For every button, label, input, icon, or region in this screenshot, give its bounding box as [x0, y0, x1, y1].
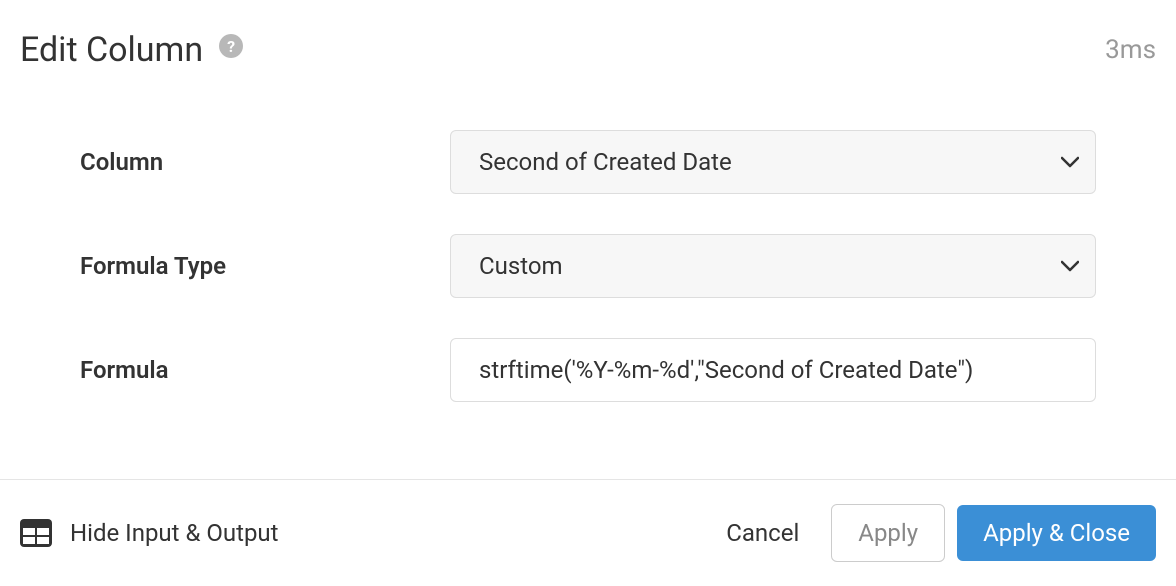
cancel-button[interactable]: Cancel	[706, 505, 819, 561]
help-icon[interactable]: ?	[219, 34, 243, 58]
apply-close-button[interactable]: Apply & Close	[957, 505, 1156, 561]
formula-type-select[interactable]: Custom	[450, 234, 1096, 298]
column-select-value: Second of Created Date	[479, 148, 732, 176]
dialog-header: Edit Column ? 3ms	[0, 0, 1176, 70]
dialog-footer: Hide Input & Output Cancel Apply Apply &…	[0, 479, 1176, 586]
formula-row: Formula	[80, 338, 1096, 402]
formula-type-row: Formula Type Custom	[80, 234, 1096, 298]
column-select[interactable]: Second of Created Date	[450, 130, 1096, 194]
formula-control-wrap	[450, 338, 1096, 402]
timing-value: 3ms	[1105, 35, 1156, 65]
chevron-down-icon	[1061, 156, 1079, 168]
footer-actions: Cancel Apply Apply & Close	[706, 504, 1156, 562]
column-control-wrap: Second of Created Date	[450, 130, 1096, 194]
formula-input[interactable]	[450, 338, 1096, 402]
apply-button[interactable]: Apply	[831, 504, 945, 562]
formula-type-control-wrap: Custom	[450, 234, 1096, 298]
table-icon	[20, 519, 52, 547]
formula-type-select-value: Custom	[479, 252, 563, 280]
column-row: Column Second of Created Date	[80, 130, 1096, 194]
formula-label: Formula	[80, 356, 450, 384]
column-label: Column	[80, 148, 450, 176]
toggle-io-button[interactable]: Hide Input & Output	[20, 519, 279, 547]
chevron-down-icon	[1061, 260, 1079, 272]
header-left: Edit Column ?	[20, 30, 243, 70]
toggle-io-label: Hide Input & Output	[70, 519, 279, 547]
form-area: Column Second of Created Date Formula Ty…	[0, 70, 1176, 402]
formula-type-label: Formula Type	[80, 252, 450, 280]
page-title: Edit Column	[20, 30, 203, 70]
